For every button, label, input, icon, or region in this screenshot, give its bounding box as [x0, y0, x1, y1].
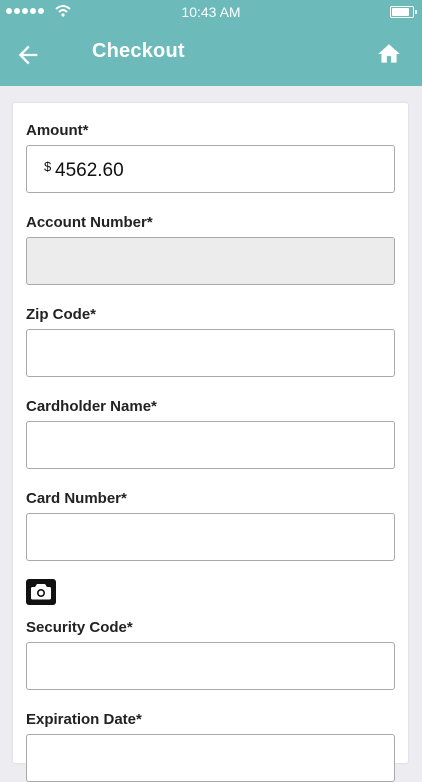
card-number-field[interactable]	[26, 513, 395, 561]
nav-bar: Checkout	[0, 24, 422, 86]
checkout-form: Amount* $ 4562.60 Account Number* Zip Co…	[13, 103, 408, 782]
expiration-date-field[interactable]	[26, 734, 395, 782]
arrow-left-icon[interactable]	[14, 41, 42, 69]
currency-symbol: $	[44, 159, 52, 174]
account-number-field[interactable]	[26, 237, 395, 285]
camera-icon[interactable]	[26, 579, 56, 605]
amount-field[interactable]: $ 4562.60	[26, 145, 395, 193]
expiration-date-label: Expiration Date*	[26, 711, 142, 728]
zip-code-label: Zip Code*	[26, 306, 96, 323]
account-number-label: Account Number*	[26, 214, 153, 231]
cardholder-name-field[interactable]	[26, 421, 395, 469]
home-icon[interactable]	[376, 41, 402, 67]
status-bar: 10:43 AM	[0, 0, 422, 24]
amount-value: 4562.60	[55, 160, 124, 181]
amount-label: Amount*	[26, 122, 89, 139]
security-code-label: Security Code*	[26, 619, 133, 636]
zip-code-field[interactable]	[26, 329, 395, 377]
cardholder-name-label: Cardholder Name*	[26, 398, 157, 415]
battery-icon	[390, 6, 417, 18]
card-number-label: Card Number*	[26, 490, 127, 507]
status-time: 10:43 AM	[181, 4, 241, 20]
page-title: Checkout	[92, 40, 185, 62]
security-code-field[interactable]	[26, 642, 395, 690]
